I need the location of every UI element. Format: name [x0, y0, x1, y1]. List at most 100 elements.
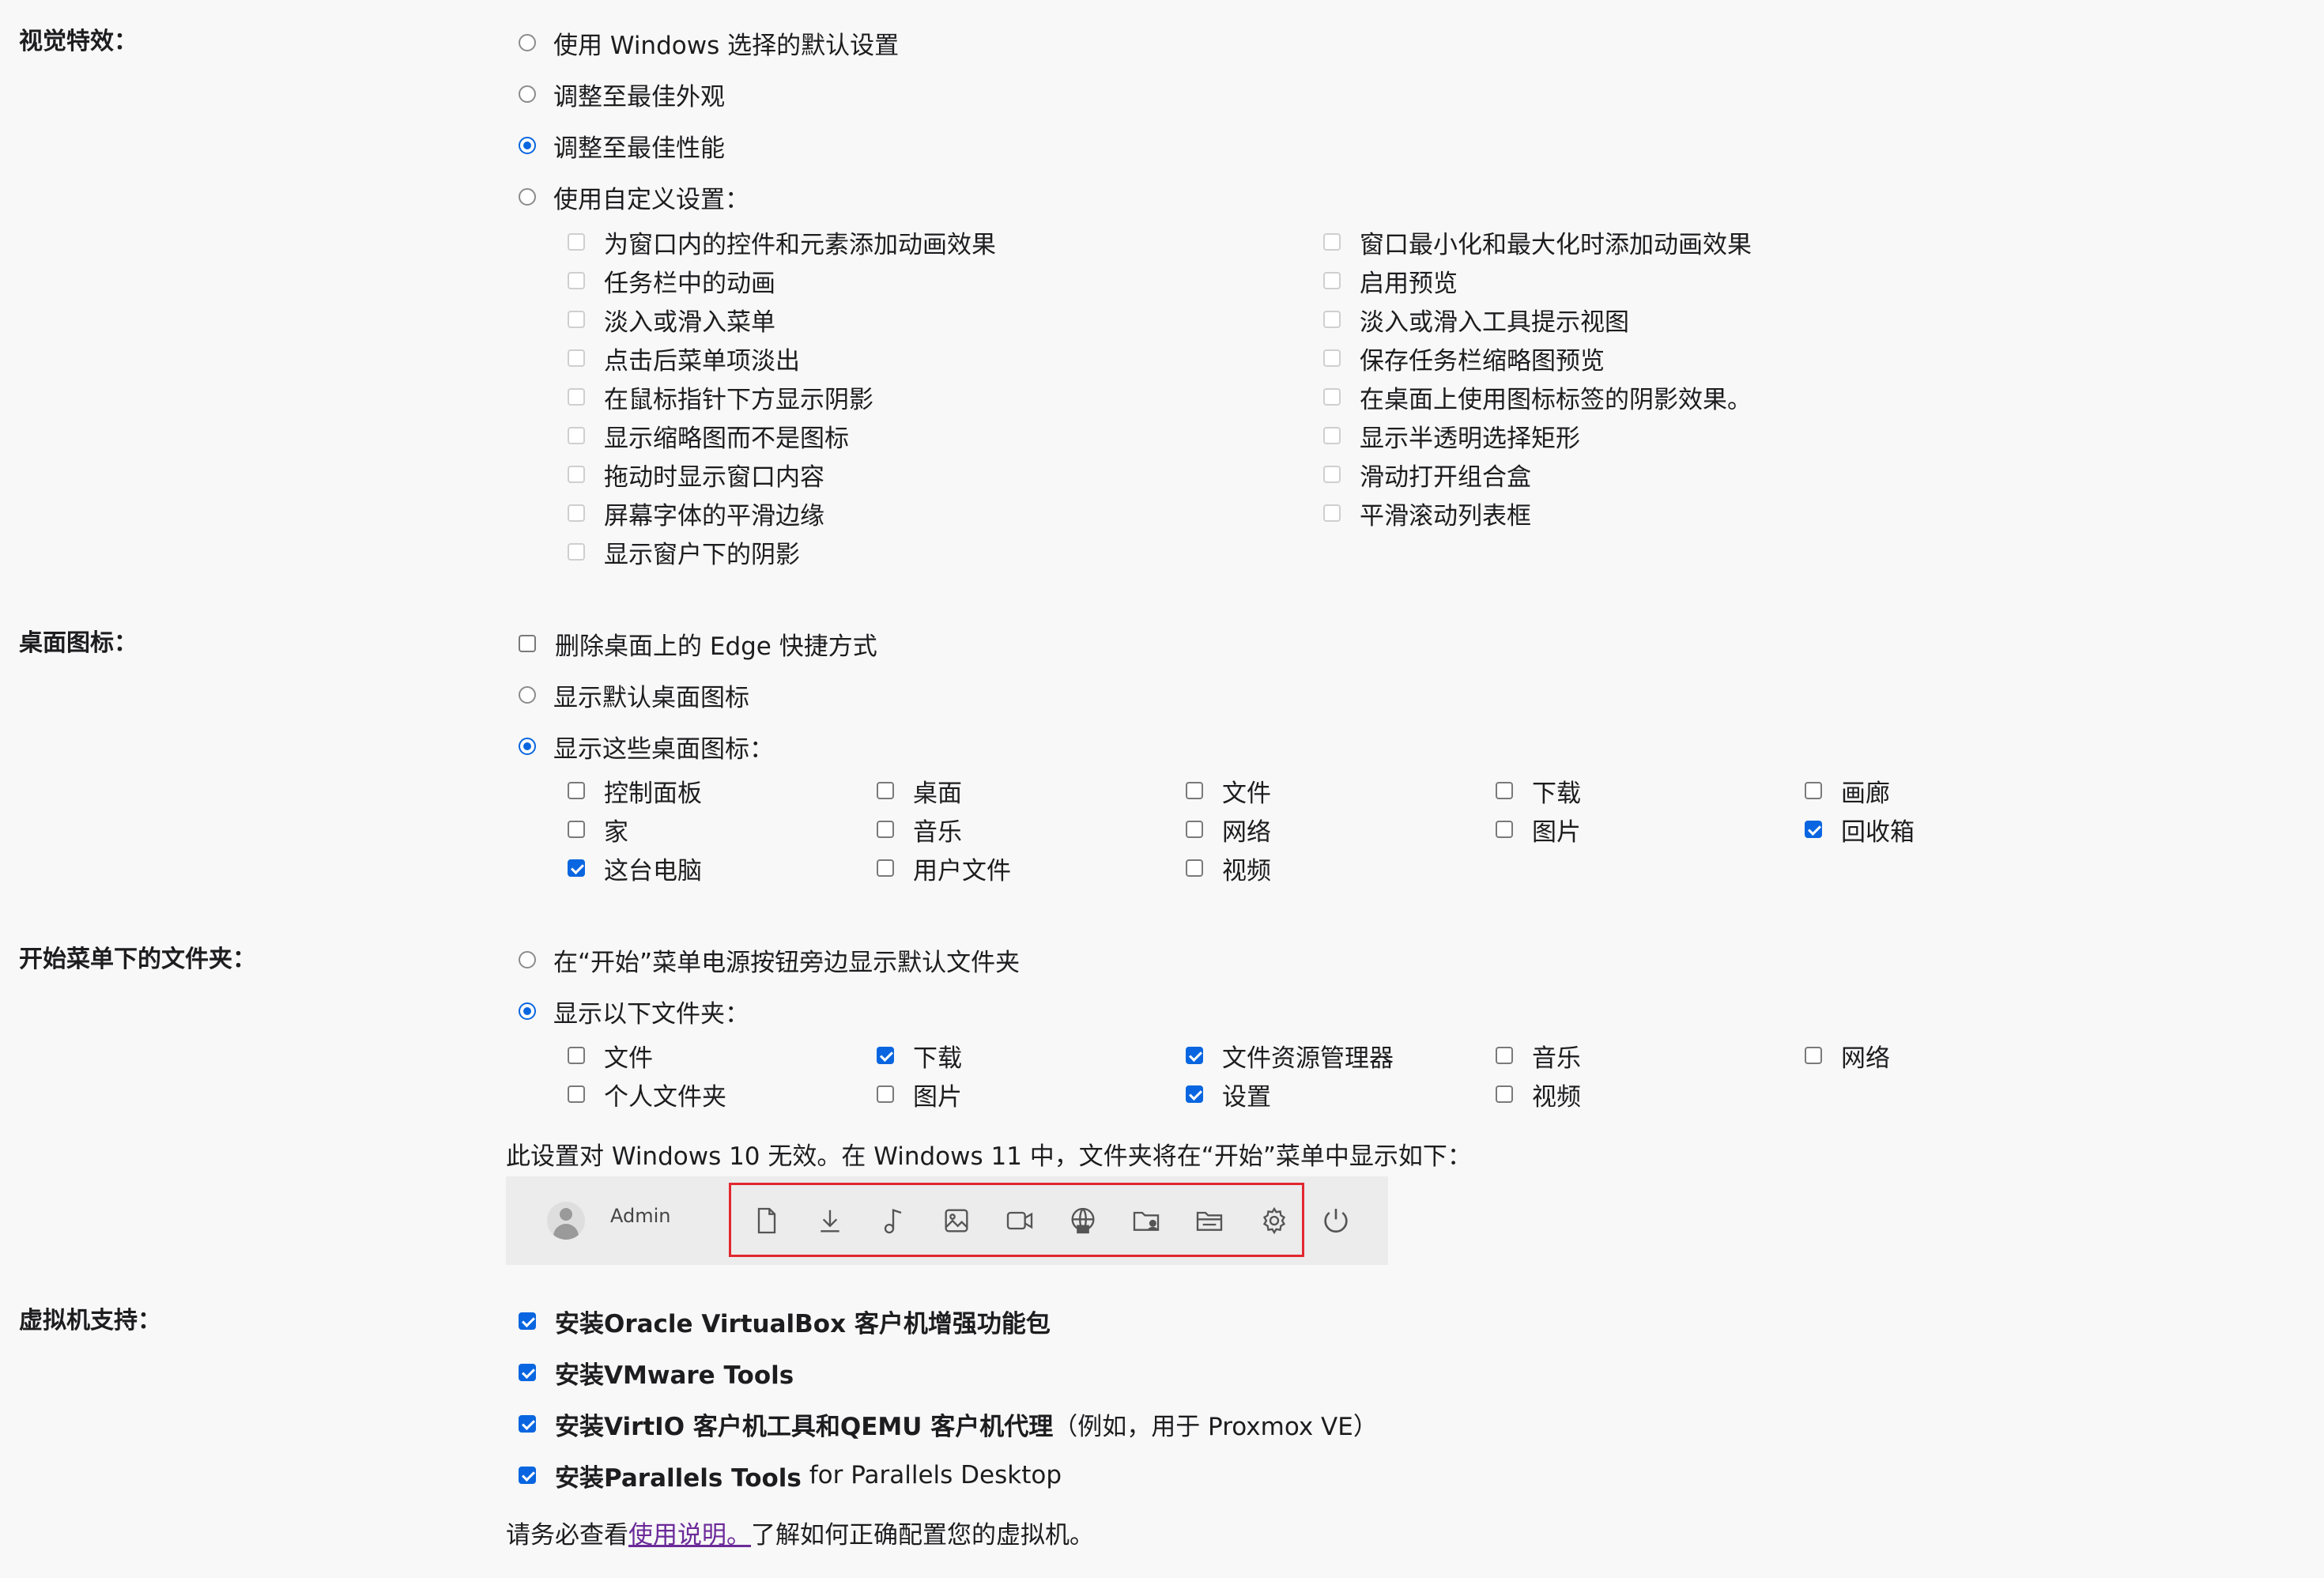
checkbox[interactable]: [1323, 233, 1341, 251]
custom-option[interactable]: 任务栏中的动画: [568, 263, 775, 298]
radio-indicator[interactable]: [519, 738, 536, 755]
checkbox[interactable]: [1323, 427, 1341, 444]
custom-option[interactable]: 窗口最小化和最大化时添加动画效果: [1323, 225, 1752, 259]
checkbox[interactable]: [877, 821, 894, 838]
checkbox[interactable]: [568, 272, 585, 289]
start-folder-option[interactable]: 图片: [877, 1077, 962, 1112]
radio-indicator[interactable]: [519, 85, 536, 103]
checkbox[interactable]: [1323, 466, 1341, 483]
radio-custom-settings[interactable]: 使用自定义设置：: [519, 179, 749, 214]
checkbox[interactable]: [1323, 388, 1341, 406]
custom-option[interactable]: 保存任务栏缩略图预览: [1323, 341, 1605, 376]
checkbox[interactable]: [519, 1312, 536, 1330]
custom-option[interactable]: 淡入或滑入菜单: [568, 302, 775, 337]
checkbox[interactable]: [1186, 1047, 1203, 1064]
custom-option[interactable]: 启用预览: [1323, 263, 1458, 298]
desktop-icon-option[interactable]: 这台电脑: [568, 851, 702, 885]
checkbox[interactable]: [1496, 782, 1513, 799]
checkbox[interactable]: [568, 233, 585, 251]
start-folder-option[interactable]: 视频: [1496, 1077, 1581, 1112]
checkbox[interactable]: [877, 782, 894, 799]
custom-option[interactable]: 为窗口内的控件和元素添加动画效果: [568, 225, 996, 259]
vm-option-virtualbox[interactable]: 安装Oracle VirtualBox 客户机增强功能包: [519, 1304, 1051, 1338]
checkbox[interactable]: [568, 349, 585, 367]
start-folder-option[interactable]: 网络: [1805, 1038, 1890, 1073]
custom-option[interactable]: 在鼠标指针下方显示阴影: [568, 379, 873, 414]
radio-indicator[interactable]: [519, 686, 536, 704]
checkbox[interactable]: [1805, 1047, 1822, 1064]
start-folder-option[interactable]: 文件: [568, 1038, 653, 1073]
checkbox[interactable]: [1186, 821, 1203, 838]
checkbox[interactable]: [519, 635, 536, 652]
desktop-icon-option[interactable]: 画廊: [1805, 773, 1890, 808]
checkbox[interactable]: [877, 1047, 894, 1064]
checkbox[interactable]: [877, 859, 894, 877]
checkbox[interactable]: [568, 388, 585, 406]
checkbox[interactable]: [568, 859, 585, 877]
custom-option[interactable]: 滑动打开组合盒: [1323, 457, 1531, 492]
checkbox[interactable]: [568, 427, 585, 444]
start-folder-option[interactable]: 文件资源管理器: [1186, 1038, 1394, 1073]
desktop-icon-option[interactable]: 控制面板: [568, 773, 702, 808]
radio-indicator[interactable]: [519, 188, 536, 206]
checkbox[interactable]: [568, 311, 585, 328]
vm-option-parallels[interactable]: 安装Parallels Tools for Parallels Desktop: [519, 1458, 1062, 1493]
radio-default-desktop-icons[interactable]: 显示默认桌面图标: [519, 678, 749, 712]
checkbox[interactable]: [1323, 504, 1341, 522]
checkbox[interactable]: [1496, 821, 1513, 838]
checkbox[interactable]: [1186, 1085, 1203, 1103]
radio-these-desktop-icons[interactable]: 显示这些桌面图标：: [519, 729, 774, 764]
checkbox[interactable]: [568, 543, 585, 561]
desktop-icon-option[interactable]: 文件: [1186, 773, 1271, 808]
desktop-icon-option[interactable]: 家: [568, 812, 628, 847]
custom-option[interactable]: 显示半透明选择矩形: [1323, 418, 1580, 453]
desktop-icon-option[interactable]: 网络: [1186, 812, 1271, 847]
custom-option[interactable]: 显示缩略图而不是图标: [568, 418, 849, 453]
checkbox[interactable]: [519, 1415, 536, 1433]
desktop-icon-option[interactable]: 图片: [1496, 812, 1581, 847]
remove-edge-shortcut[interactable]: 删除桌面上的 Edge 快捷方式: [519, 626, 877, 661]
checkbox[interactable]: [568, 504, 585, 522]
desktop-icon-option[interactable]: 桌面: [877, 773, 962, 808]
radio-indicator[interactable]: [519, 34, 536, 51]
custom-option[interactable]: 拖动时显示窗口内容: [568, 457, 824, 492]
checkbox[interactable]: [1496, 1085, 1513, 1103]
checkbox[interactable]: [568, 1085, 585, 1103]
checkbox[interactable]: [568, 821, 585, 838]
custom-option[interactable]: 淡入或滑入工具提示视图: [1323, 302, 1629, 337]
radio-best-appearance[interactable]: 调整至最佳外观: [519, 77, 725, 111]
start-folder-option[interactable]: 个人文件夹: [568, 1077, 726, 1112]
checkbox[interactable]: [568, 782, 585, 799]
start-folder-option[interactable]: 下载: [877, 1038, 962, 1073]
checkbox[interactable]: [1805, 782, 1822, 799]
checkbox[interactable]: [568, 1047, 585, 1064]
vm-option-vmware[interactable]: 安装VMware Tools: [519, 1355, 794, 1390]
custom-option[interactable]: 在桌面上使用图标标签的阴影效果。: [1323, 379, 1752, 414]
radio-default-start-folders[interactable]: 在“开始”菜单电源按钮旁边显示默认文件夹: [519, 942, 1020, 977]
radio-windows-default[interactable]: 使用 Windows 选择的默认设置: [519, 25, 899, 60]
desktop-icon-option[interactable]: 音乐: [877, 812, 962, 847]
checkbox[interactable]: [1323, 272, 1341, 289]
vm-option-virtio[interactable]: 安装VirtIO 客户机工具和QEMU 客户机代理 （例如，用于 Proxmox…: [519, 1406, 1378, 1441]
checkbox[interactable]: [1186, 782, 1203, 799]
checkbox[interactable]: [877, 1085, 894, 1103]
checkbox[interactable]: [1496, 1047, 1513, 1064]
radio-indicator[interactable]: [519, 951, 536, 968]
desktop-icon-option[interactable]: 回收箱: [1805, 812, 1915, 847]
radio-best-performance[interactable]: 调整至最佳性能: [519, 128, 725, 163]
custom-option[interactable]: 点击后菜单项淡出: [568, 341, 800, 376]
checkbox[interactable]: [519, 1364, 536, 1381]
start-folder-option[interactable]: 音乐: [1496, 1038, 1581, 1073]
desktop-icon-option[interactable]: 用户文件: [877, 851, 1011, 885]
checkbox[interactable]: [1805, 821, 1822, 838]
radio-show-folders[interactable]: 显示以下文件夹：: [519, 994, 749, 1029]
radio-indicator[interactable]: [519, 1002, 536, 1020]
radio-indicator[interactable]: [519, 137, 536, 154]
custom-option[interactable]: 屏幕字体的平滑边缘: [568, 496, 824, 530]
checkbox[interactable]: [1323, 311, 1341, 328]
desktop-icon-option[interactable]: 视频: [1186, 851, 1271, 885]
instructions-link[interactable]: 使用说明。: [628, 1521, 751, 1550]
custom-option[interactable]: 平滑滚动列表框: [1323, 496, 1531, 530]
checkbox[interactable]: [1186, 859, 1203, 877]
checkbox[interactable]: [568, 466, 585, 483]
